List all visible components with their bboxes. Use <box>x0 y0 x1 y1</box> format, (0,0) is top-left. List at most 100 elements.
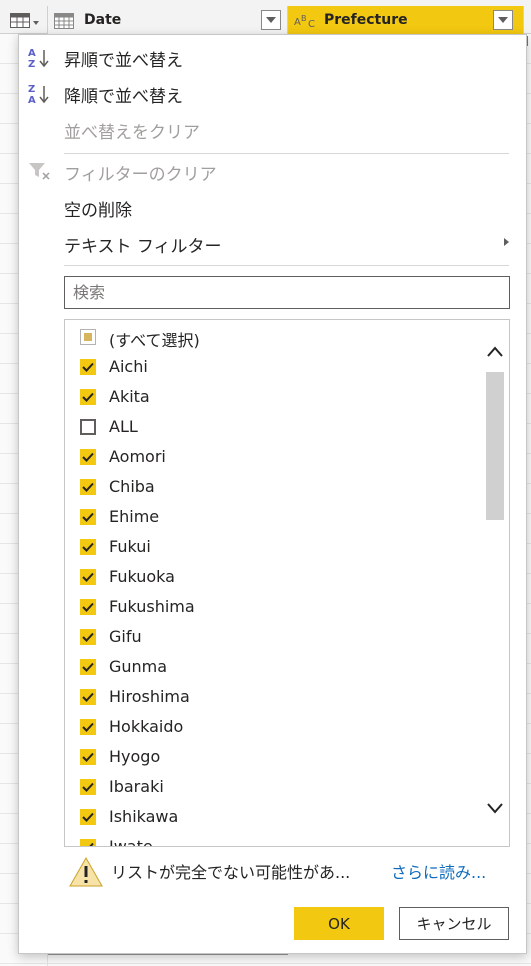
sort-ascending-item[interactable]: A Z 昇順で並べ替え <box>19 39 526 73</box>
checkmark-icon <box>82 542 94 552</box>
svg-text:C: C <box>308 19 315 29</box>
list-item[interactable]: Chiba <box>65 472 481 502</box>
list-item[interactable]: Hyogo <box>65 742 481 772</box>
list-item-label: Ibaraki <box>109 777 164 796</box>
clear-filter-label: フィルターのクリア <box>64 165 217 185</box>
table-menu-button[interactable] <box>0 6 48 34</box>
list-item[interactable]: Ehime <box>65 502 481 532</box>
list-scrollbar[interactable] <box>481 320 509 846</box>
list-item-label: Fukushima <box>109 597 195 616</box>
load-more-link[interactable]: さらに読み... <box>391 859 486 883</box>
list-item-label: Gifu <box>109 627 142 646</box>
checkbox[interactable] <box>80 599 96 615</box>
list-item[interactable]: Iwate <box>65 832 481 847</box>
grid-bottom-edge <box>48 954 288 966</box>
ok-button[interactable]: OK <box>294 907 384 940</box>
list-item[interactable]: Gunma <box>65 652 481 682</box>
warning-icon <box>69 857 103 887</box>
svg-text:Z: Z <box>28 84 35 95</box>
list-item-label: Gunma <box>109 657 168 676</box>
value-checklist: (すべて選択) Aichi Akita ALL Aomori Chiba Ehime Fuku… <box>64 319 510 847</box>
checkbox[interactable] <box>80 539 96 555</box>
sort-descending-label: 降順で並べ替え <box>64 87 183 107</box>
list-item[interactable]: Fukushima <box>65 592 481 622</box>
checkbox[interactable] <box>80 479 96 495</box>
checkmark-icon <box>82 782 94 792</box>
checkbox[interactable] <box>80 749 96 765</box>
list-item-label: Aomori <box>109 447 166 466</box>
svg-text:A: A <box>28 48 36 59</box>
checkbox[interactable] <box>80 359 96 375</box>
checkbox[interactable] <box>80 719 96 735</box>
column-filter-dropdown-date[interactable] <box>261 10 281 30</box>
list-item-label: Fukuoka <box>109 567 175 586</box>
text-filters-label: テキスト フィルター <box>64 237 222 257</box>
list-item-label: (すべて選択) <box>109 331 200 350</box>
checkbox[interactable] <box>80 329 96 345</box>
list-item-label: Hiroshima <box>109 687 190 706</box>
text-filters-item[interactable]: テキスト フィルター <box>19 225 526 259</box>
list-item[interactable]: Aichi <box>65 352 481 382</box>
menu-separator <box>64 265 509 266</box>
list-item[interactable]: Akita <box>65 382 481 412</box>
checkbox[interactable] <box>80 509 96 525</box>
list-item-label: Aichi <box>109 357 148 376</box>
clear-filter-icon <box>29 163 50 180</box>
column-label-prefecture: Prefecture <box>324 12 408 28</box>
clear-sort-item[interactable]: 並べ替えをクリア <box>19 111 526 145</box>
list-item[interactable]: (すべて選択) <box>65 322 481 352</box>
search-input[interactable] <box>64 276 510 309</box>
checkbox[interactable] <box>80 779 96 795</box>
column-filter-dropdown-prefecture[interactable] <box>493 10 513 30</box>
list-item[interactable]: ALL <box>65 412 481 442</box>
checkbox[interactable] <box>80 659 96 675</box>
cancel-button[interactable]: キャンセル <box>399 907 509 940</box>
checkbox[interactable] <box>80 389 96 405</box>
sort-ascending-label: 昇順で並べ替え <box>64 51 183 71</box>
checkbox[interactable] <box>80 419 96 435</box>
checkbox[interactable] <box>80 569 96 585</box>
list-item-label: Iwate <box>109 837 153 847</box>
svg-text:A: A <box>294 17 301 28</box>
warning-text: リストが完全でない可能性があ... <box>111 863 351 882</box>
list-item-label: ALL <box>109 417 138 436</box>
checkmark-icon <box>82 722 94 732</box>
checkmark-icon <box>82 572 94 582</box>
clear-filter-item[interactable]: フィルターのクリア <box>19 153 526 187</box>
column-header-prefecture[interactable]: A B C Prefecture <box>288 6 524 34</box>
checkbox[interactable] <box>80 809 96 825</box>
filter-dropdown-panel: A Z 昇順で並べ替え Z A 降順で並べ替え 並べ替えをクリア フィルターのク… <box>18 34 527 954</box>
sort-descending-icon: Z A <box>28 84 49 104</box>
checkmark-icon <box>82 452 94 462</box>
checkmark-icon <box>82 602 94 612</box>
list-item[interactable]: Gifu <box>65 622 481 652</box>
checkmark-icon <box>82 662 94 672</box>
list-item[interactable]: Fukui <box>65 532 481 562</box>
chevron-up-icon[interactable] <box>485 342 505 362</box>
table-icon <box>10 13 30 28</box>
list-item-label: Ishikawa <box>109 807 179 826</box>
list-item-label: Fukui <box>109 537 151 556</box>
checkbox[interactable] <box>80 629 96 645</box>
chevron-down-icon[interactable] <box>485 798 505 818</box>
checkbox[interactable] <box>80 689 96 705</box>
list-item[interactable]: Aomori <box>65 442 481 472</box>
scrollbar-thumb[interactable] <box>486 372 504 520</box>
checkbox[interactable] <box>80 839 96 846</box>
calendar-table-icon <box>54 13 74 29</box>
sort-descending-item[interactable]: Z A 降順で並べ替え <box>19 75 526 109</box>
checkmark-icon <box>82 362 94 372</box>
list-item[interactable]: Fukuoka <box>65 562 481 592</box>
list-item[interactable]: Hiroshima <box>65 682 481 712</box>
remove-empty-label: 空の削除 <box>64 201 132 221</box>
checkmark-icon <box>82 692 94 702</box>
checkbox[interactable] <box>80 449 96 465</box>
list-item[interactable]: Hokkaido <box>65 712 481 742</box>
abc-text-type-icon: A B C <box>294 14 315 29</box>
chevron-down-icon <box>498 17 508 23</box>
svg-text:B: B <box>301 14 307 23</box>
list-item[interactable]: Ishikawa <box>65 802 481 832</box>
column-header-date[interactable]: Date <box>48 6 288 34</box>
remove-empty-item[interactable]: 空の削除 <box>19 189 526 223</box>
list-item[interactable]: Ibaraki <box>65 772 481 802</box>
